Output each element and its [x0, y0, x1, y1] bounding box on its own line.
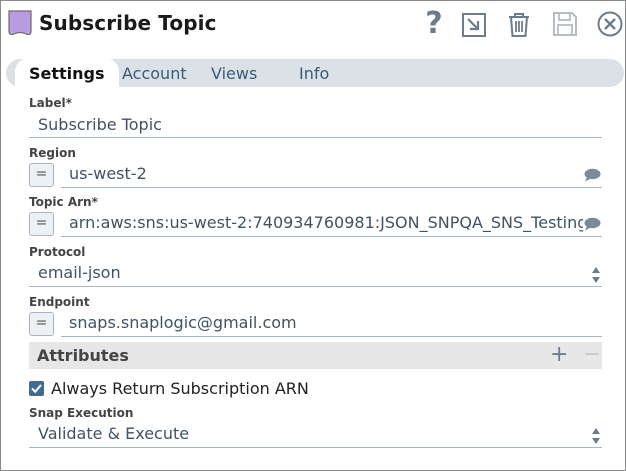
snap-settings-dialog: Subscribe Topic ? Settings Account Views [0, 0, 626, 471]
region-expression-toggle[interactable]: = [29, 163, 54, 187]
endpoint-expression-toggle[interactable]: = [29, 312, 54, 336]
region-field-label: Region [29, 146, 76, 160]
help-icon[interactable]: ? [419, 9, 449, 39]
suggest-bubble-icon[interactable] [583, 217, 601, 231]
snap-icon [8, 10, 32, 36]
close-icon[interactable] [595, 9, 625, 39]
topic-arn-expression-toggle[interactable]: = [29, 212, 54, 236]
snap-execution-select-value: Validate & Execute [38, 424, 190, 443]
topic-arn-input-value: arn:aws:sns:us-west-2:740934760981:JSON_… [69, 213, 583, 232]
region-input[interactable]: us-west-2 [61, 162, 602, 188]
dialog-title: Subscribe Topic [39, 11, 217, 35]
snap-execution-select[interactable]: Validate & Execute [29, 422, 602, 448]
always-return-arn-checkbox[interactable] [29, 381, 44, 396]
dialog-header: Subscribe Topic ? [1, 1, 625, 49]
label-field-label: Label* [29, 96, 72, 110]
add-attribute-button[interactable]: + [550, 343, 568, 367]
region-input-value: us-west-2 [69, 164, 147, 183]
endpoint-field-label: Endpoint [29, 295, 90, 309]
trash-icon[interactable] [504, 9, 534, 39]
select-arrows-icon[interactable] [591, 427, 601, 445]
label-input[interactable]: Subscribe Topic [29, 114, 602, 138]
endpoint-input-value: snaps.snaplogic@gmail.com [69, 313, 297, 332]
save-icon[interactable] [550, 9, 580, 39]
snap-execution-field-label: Snap Execution [29, 406, 134, 420]
attributes-section-header: Attributes + − [29, 342, 602, 369]
protocol-select[interactable]: email-json [29, 261, 602, 287]
topic-arn-field-label: Topic Arn* [29, 195, 98, 209]
always-return-arn-label: Always Return Subscription ARN [51, 379, 309, 398]
tab-views[interactable]: Views [211, 59, 257, 87]
select-arrows-icon[interactable] [591, 266, 601, 284]
remove-attribute-button[interactable]: − [583, 343, 601, 367]
protocol-field-label: Protocol [29, 245, 86, 259]
endpoint-input[interactable]: snaps.snaplogic@gmail.com [61, 311, 602, 337]
checkmark-icon [31, 384, 42, 394]
tab-settings[interactable]: Settings [15, 58, 119, 89]
tab-info[interactable]: Info [299, 59, 329, 87]
label-input-value: Subscribe Topic [38, 115, 162, 134]
attributes-title: Attributes [37, 346, 129, 365]
protocol-select-value: email-json [38, 263, 121, 282]
topic-arn-input[interactable]: arn:aws:sns:us-west-2:740934760981:JSON_… [61, 211, 602, 237]
suggest-bubble-icon[interactable] [583, 168, 601, 182]
tab-account[interactable]: Account [122, 59, 187, 87]
tab-bar: Settings Account Views Info [6, 58, 624, 89]
export-icon[interactable] [459, 9, 489, 39]
